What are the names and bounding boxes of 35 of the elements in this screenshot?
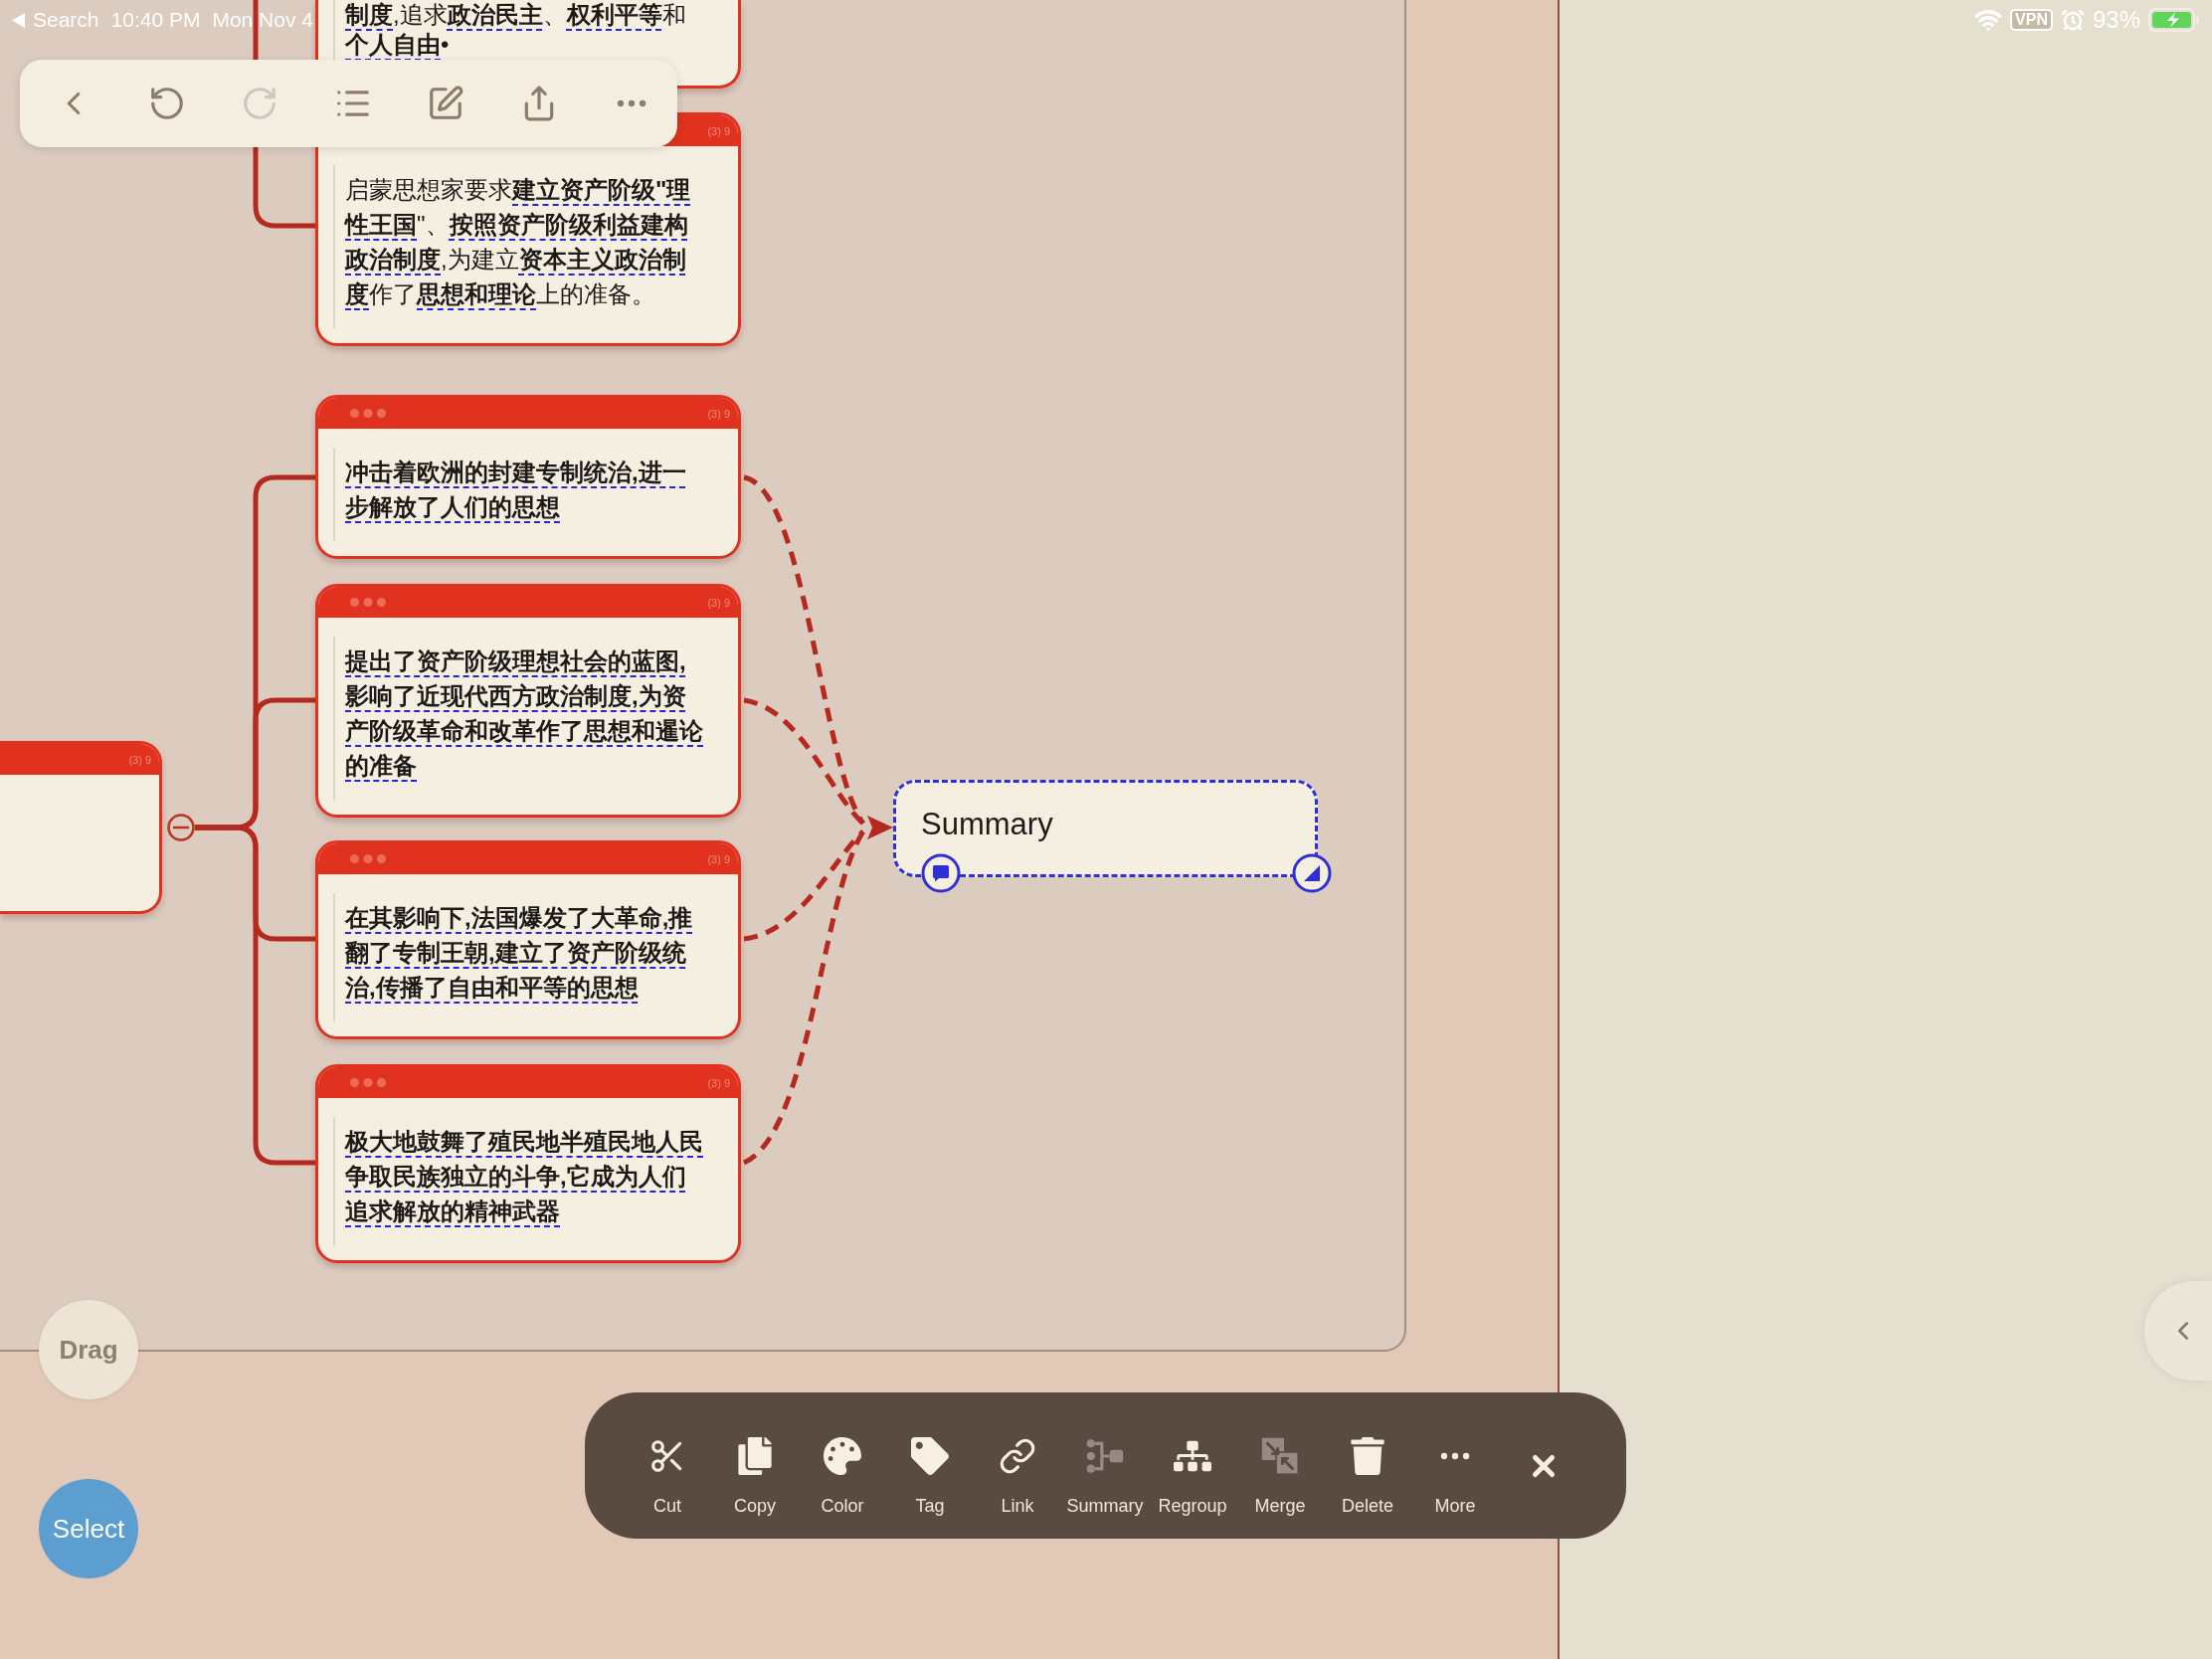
topic-text: 在其影响下,法国爆发了大革命,推翻了专制王朝,建立了资产阶级统治,传播了自由和平等的思想 bbox=[345, 903, 694, 1003]
battery-icon bbox=[2148, 8, 2200, 32]
card-meta: (3) 9 bbox=[128, 753, 151, 766]
status-time: 10:40 PM bbox=[110, 7, 201, 33]
card-meta: (3) 9 bbox=[707, 852, 730, 865]
cut-button[interactable]: Cut bbox=[624, 1436, 711, 1517]
regroup-button[interactable]: Regroup bbox=[1149, 1436, 1236, 1517]
tag-button[interactable]: Tag bbox=[886, 1436, 974, 1517]
summary-label: Summary bbox=[921, 806, 1053, 843]
link-icon[interactable] bbox=[999, 1436, 1036, 1475]
color-button[interactable]: Color bbox=[799, 1436, 886, 1517]
vpn-indicator: VPN bbox=[2010, 9, 2053, 31]
more-button[interactable]: More bbox=[1411, 1436, 1499, 1517]
collapse-icon[interactable] bbox=[167, 814, 195, 841]
comment-handle-icon[interactable] bbox=[921, 853, 961, 893]
pencil-square-icon[interactable] bbox=[427, 85, 464, 122]
card-meta: (3) 9 bbox=[707, 596, 730, 609]
trash-icon[interactable] bbox=[1349, 1436, 1386, 1475]
topic-text: 冲击着欧洲的封建专制统治,进一步解放了人们的思想 bbox=[345, 458, 687, 522]
topic-text: 启蒙思想家要求建立资产阶级"理性王国"、按照资产阶级利益建构政治制度,为建立资本主义政治制度作了思想和理论上的准备。 bbox=[345, 175, 692, 309]
copy-button[interactable]: Copy bbox=[711, 1436, 799, 1517]
link-button[interactable]: Link bbox=[974, 1436, 1061, 1517]
status-date: Mon Nov 4 bbox=[212, 7, 313, 33]
tag-icon[interactable] bbox=[911, 1436, 949, 1475]
card-meta: (3) 9 bbox=[707, 1076, 730, 1089]
card-meta: (3) 9 bbox=[707, 407, 730, 420]
card-meta: (3) 9 bbox=[707, 124, 730, 137]
resize-handle-icon[interactable] bbox=[1292, 853, 1332, 893]
palette-icon[interactable] bbox=[824, 1436, 861, 1475]
copy-icon[interactable] bbox=[736, 1436, 774, 1475]
topic-text: 提出了资产阶级理想社会的蓝图,影响了近现代西方政治制度,为资产阶级革命和改革作了思想和暹论的准备 bbox=[345, 646, 704, 781]
alarm-clock-icon bbox=[2060, 8, 2085, 32]
topic-text: 极大地鼓舞了殖民地半殖民地人民争取民族独立的斗争,它成为人们追求解放的精神武器 bbox=[345, 1127, 704, 1226]
topic-text: 制度,追求政治民主、权利平等和个人自由• bbox=[345, 0, 687, 60]
delete-button[interactable]: Delete bbox=[1324, 1436, 1411, 1517]
